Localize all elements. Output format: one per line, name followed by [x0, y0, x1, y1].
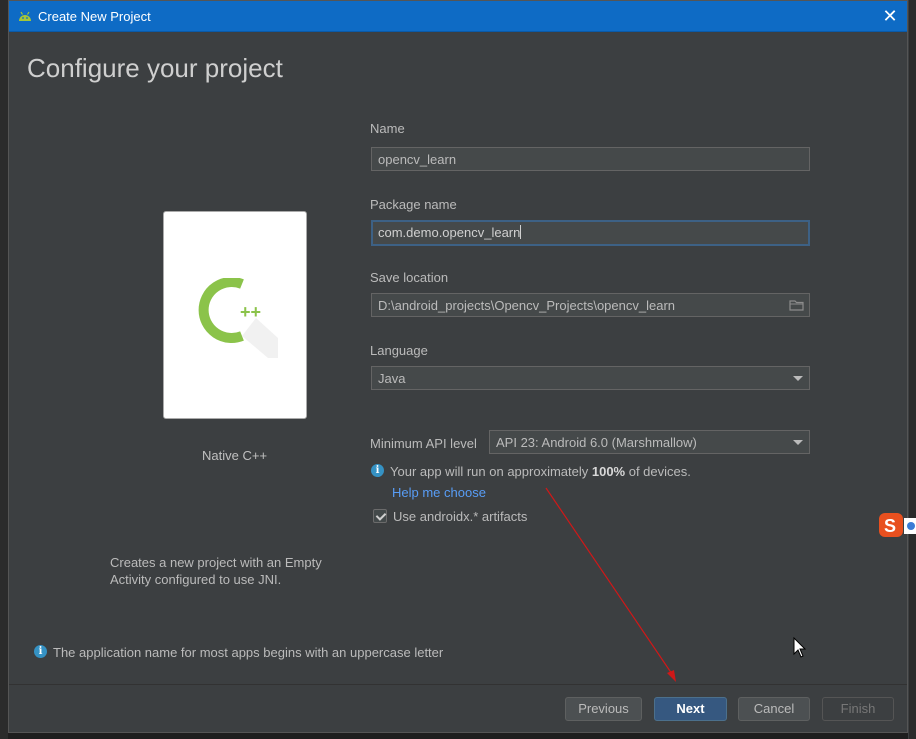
- location-label: Save location: [370, 270, 449, 285]
- language-dropdown[interactable]: Java: [371, 366, 810, 390]
- location-value: D:\android_projects\Opencv_Projects\open…: [378, 298, 676, 313]
- next-button[interactable]: Next: [654, 697, 727, 721]
- folder-icon[interactable]: [789, 297, 805, 313]
- api-value: API 23: Android 6.0 (Marshmallow): [496, 435, 697, 450]
- cpp-icon: ++: [198, 278, 278, 358]
- template-card: ++: [163, 211, 307, 419]
- mouse-cursor-icon: [793, 637, 807, 658]
- svg-text:S: S: [884, 516, 896, 536]
- info-icon: i: [371, 464, 384, 477]
- info-icon: i: [34, 645, 47, 658]
- cancel-button[interactable]: Cancel: [738, 697, 810, 721]
- window-title: Create New Project: [38, 9, 151, 24]
- save-location-field[interactable]: D:\android_projects\Opencv_Projects\open…: [371, 293, 810, 317]
- help-me-choose-link[interactable]: Help me choose: [392, 485, 486, 500]
- svg-text:++: ++: [240, 302, 261, 322]
- previous-button[interactable]: Previous: [565, 697, 642, 721]
- language-label: Language: [370, 343, 428, 358]
- package-value: com.demo.opencv_learn: [378, 225, 521, 240]
- name-label: Name: [370, 121, 405, 136]
- api-label: Minimum API level: [370, 436, 477, 451]
- desktop-background-strip: [0, 0, 8, 739]
- language-value: Java: [378, 371, 406, 386]
- name-field[interactable]: opencv_learn: [371, 147, 810, 171]
- title-bar: Create New Project ✕: [9, 1, 907, 32]
- api-level-dropdown[interactable]: API 23: Android 6.0 (Marshmallow): [489, 430, 810, 454]
- finish-button: Finish: [822, 697, 894, 721]
- text-caret: [520, 225, 522, 239]
- package-name-field[interactable]: com.demo.opencv_learn: [371, 220, 810, 246]
- template-name: Native C++: [202, 448, 268, 463]
- editor-background-strip: [908, 0, 916, 739]
- create-project-dialog: Create New Project ✕ Configure your proj…: [8, 0, 908, 733]
- package-label: Package name: [370, 197, 457, 212]
- template-description: Creates a new project with an Empty Acti…: [110, 555, 322, 587]
- dropdown-arrow-icon: [793, 440, 803, 445]
- name-value: opencv_learn: [378, 152, 457, 167]
- android-icon: [19, 11, 31, 21]
- api-coverage-text: Your app will run on approximately 100% …: [390, 464, 691, 479]
- page-title: Configure your project: [27, 53, 283, 83]
- androidx-label[interactable]: Use androidx.* artifacts: [393, 509, 527, 524]
- name-hint-text: The application name for most apps begin…: [53, 645, 444, 660]
- footer-divider: [9, 684, 907, 685]
- sogou-ime-icon[interactable]: S: [878, 512, 916, 540]
- androidx-checkbox[interactable]: [373, 509, 387, 523]
- close-icon[interactable]: ✕: [879, 5, 901, 27]
- dropdown-arrow-icon: [793, 376, 803, 381]
